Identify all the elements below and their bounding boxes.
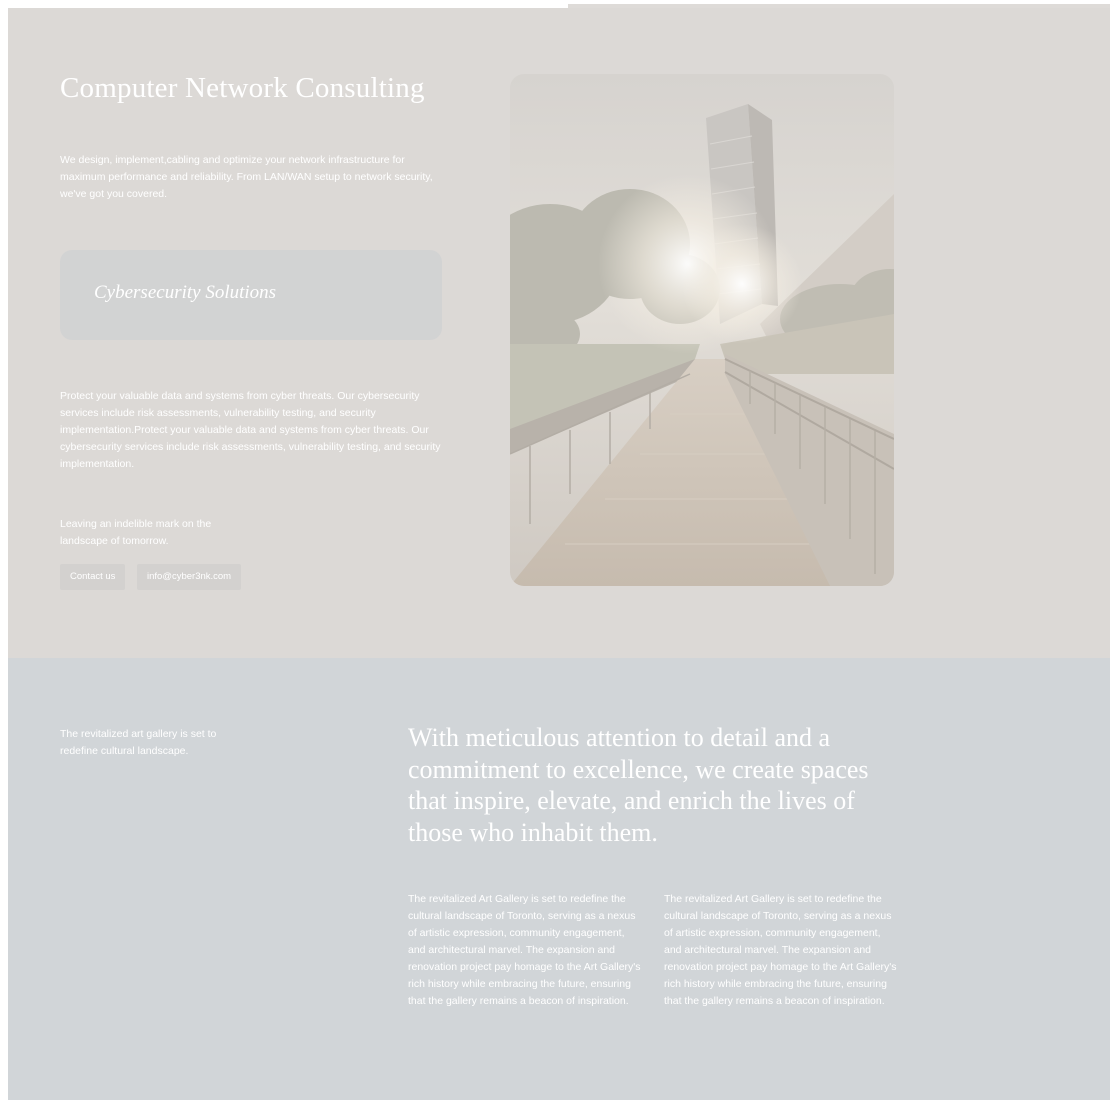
text-column-1: The revitalized Art Gallery is set to re…	[408, 893, 641, 1007]
city-walkway-photo	[510, 74, 894, 586]
service-description: Protect your valuable data and systems f…	[60, 390, 441, 470]
hero-title: Computer Network Consulting	[60, 72, 425, 104]
about-section: The revitalized art gallery is set to re…	[8, 658, 1110, 1100]
page: Computer Network Consulting We design, i…	[0, 0, 1110, 1100]
email-button[interactable]: info@cyber3nk.com	[137, 564, 242, 590]
section-note: The revitalized art gallery is set to re…	[60, 728, 217, 757]
contact-button[interactable]: Contact us	[60, 564, 126, 590]
hero-section: Computer Network Consulting We design, i…	[8, 8, 1110, 658]
service-title: Cybersecurity Solutions	[94, 282, 277, 303]
section-quote: With meticulous attention to detail and …	[408, 723, 869, 847]
hero-intro-text: We design, implement,cabling and optimiz…	[60, 154, 433, 200]
tagline: Leaving an indelible mark on the landsca…	[60, 518, 212, 547]
text-column-2: The revitalized Art Gallery is set to re…	[664, 893, 897, 1007]
service-card: Cybersecurity Solutions	[60, 250, 442, 340]
